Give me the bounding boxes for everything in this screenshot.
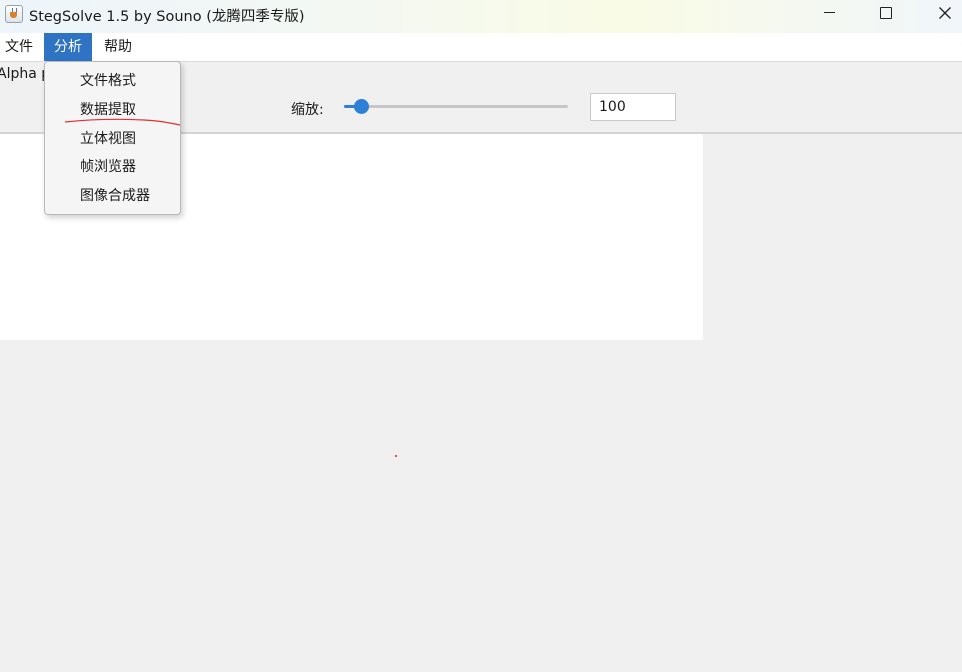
close-icon bbox=[939, 7, 951, 19]
menu-analyse[interactable]: 分析 bbox=[44, 33, 92, 61]
menu-item-image-combiner[interactable]: 图像合成器 bbox=[80, 186, 150, 206]
zoom-input[interactable] bbox=[590, 93, 676, 121]
menu-bar: 文件 分析 帮助 bbox=[0, 33, 962, 62]
menu-help[interactable]: 帮助 bbox=[94, 33, 142, 61]
minimize-button[interactable] bbox=[808, 0, 852, 28]
title-bar: StegSolve 1.5 by Souno (龙腾四季专版) bbox=[0, 0, 962, 33]
channel-label: Alpha p bbox=[0, 66, 51, 82]
menu-item-stereogram[interactable]: 立体视图 bbox=[80, 129, 136, 149]
zoom-slider-thumb[interactable] bbox=[354, 99, 369, 114]
maximize-icon bbox=[880, 7, 892, 19]
zoom-slider[interactable] bbox=[344, 99, 568, 114]
analyse-dropdown-menu: 文件格式 数据提取 立体视图 帧浏览器 图像合成器 bbox=[44, 61, 181, 215]
maximize-button[interactable] bbox=[864, 0, 908, 28]
close-button[interactable] bbox=[923, 0, 962, 28]
window-title: StegSolve 1.5 by Souno (龙腾四季专版) bbox=[29, 9, 305, 25]
menu-item-frame-browser[interactable]: 帧浏览器 bbox=[80, 157, 136, 177]
menu-item-file-format[interactable]: 文件格式 bbox=[80, 71, 136, 91]
app-window: StegSolve 1.5 by Souno (龙腾四季专版) 文件 分析 帮助… bbox=[0, 0, 962, 672]
java-cup-icon bbox=[5, 5, 23, 23]
menu-file[interactable]: 文件 bbox=[0, 33, 43, 61]
minimize-icon bbox=[824, 12, 835, 13]
zoom-label: 缩放: bbox=[291, 102, 324, 118]
annotation-underline bbox=[64, 118, 181, 126]
annotation-dot bbox=[395, 455, 397, 457]
